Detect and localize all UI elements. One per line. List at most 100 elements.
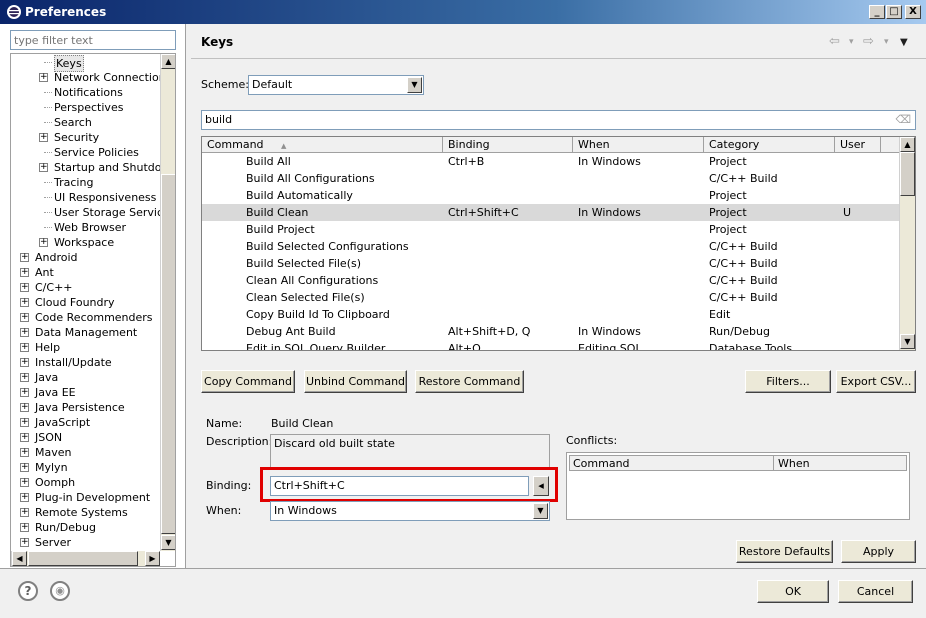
tree-item[interactable]: + Maven	[11, 445, 159, 460]
title-bar[interactable]: Preferences _ □ X	[0, 0, 926, 24]
scroll-left-icon[interactable]: ◀	[12, 551, 27, 566]
table-row[interactable]: Build All Ctrl+B In Windows Project	[202, 153, 899, 170]
table-row[interactable]: Build All Configurations C/C++ Build	[202, 170, 899, 187]
tree-item[interactable]: + Cloud Foundry	[11, 295, 159, 310]
column-when[interactable]: When	[573, 137, 704, 153]
expand-icon[interactable]: +	[20, 448, 29, 457]
help-icon[interactable]: ?	[18, 581, 38, 601]
import-export-icon[interactable]: ◉	[50, 581, 70, 601]
tree-item[interactable]: + Java Persistence	[11, 400, 159, 415]
table-row[interactable]: Build Selected Configurations C/C++ Build	[202, 238, 899, 255]
maximize-button[interactable]: □	[886, 5, 902, 19]
expand-icon[interactable]: +	[20, 508, 29, 517]
forward-icon[interactable]: ⇨	[863, 34, 874, 49]
apply-button[interactable]: Apply	[841, 540, 916, 563]
tree-item[interactable]: Service Policies	[11, 145, 159, 160]
table-row[interactable]: Clean All Configurations C/C++ Build	[202, 272, 899, 289]
tree-item[interactable]: Perspectives	[11, 100, 159, 115]
filters-button[interactable]: Filters...	[745, 370, 831, 393]
restore-defaults-button[interactable]: Restore Defaults	[736, 540, 833, 563]
scheme-select[interactable]: Default ▼	[248, 75, 424, 95]
view-menu-icon[interactable]: ▼	[900, 37, 908, 48]
expand-icon[interactable]: +	[20, 253, 29, 262]
expand-icon[interactable]: +	[20, 538, 29, 547]
expand-icon[interactable]: +	[39, 238, 48, 247]
close-button[interactable]: X	[905, 5, 921, 19]
expand-icon[interactable]: +	[20, 463, 29, 472]
minimize-button[interactable]: _	[869, 5, 885, 19]
when-dropdown-arrow-icon[interactable]: ▼	[533, 503, 548, 519]
tree-item[interactable]: + Run/Debug	[11, 520, 159, 535]
tree-item[interactable]: + Security	[11, 130, 159, 145]
tree-item[interactable]: + C/C++	[11, 280, 159, 295]
conflicts-column-command[interactable]: Command	[573, 457, 630, 470]
tree-horizontal-scrollbar[interactable]: ◀ ▶	[11, 551, 160, 566]
tree-item[interactable]: + Install/Update	[11, 355, 159, 370]
tree-item[interactable]: User Storage Service	[11, 205, 170, 220]
unbind-command-button[interactable]: Unbind Command	[304, 370, 407, 393]
tree-item[interactable]: + Java EE	[11, 385, 159, 400]
table-row[interactable]: Build Project Project	[202, 221, 899, 238]
conflicts-column-when[interactable]: When	[778, 457, 810, 470]
table-row[interactable]: Build Selected File(s) C/C++ Build	[202, 255, 899, 272]
tree-item[interactable]: + Ant	[11, 265, 159, 280]
expand-icon[interactable]: +	[20, 298, 29, 307]
expand-icon[interactable]: +	[20, 523, 29, 532]
expand-icon[interactable]: +	[20, 403, 29, 412]
table-row[interactable]: Build Automatically Project	[202, 187, 899, 204]
tree-item[interactable]: + Server	[11, 535, 159, 550]
tree-item[interactable]: + Help	[11, 340, 159, 355]
tree-item[interactable]: + Data Management	[11, 325, 159, 340]
expand-icon[interactable]: +	[39, 73, 48, 82]
expand-icon[interactable]: +	[20, 358, 29, 367]
tree-item[interactable]: + Android	[11, 250, 159, 265]
tree-item[interactable]: Keys	[11, 55, 159, 72]
when-select[interactable]: In Windows ▼	[270, 501, 550, 521]
column-command[interactable]: Command ▲	[202, 137, 443, 153]
tree-item[interactable]: + Startup and Shutdown	[11, 160, 175, 175]
table-scroll-thumb[interactable]	[900, 152, 915, 196]
tree-item[interactable]: Tracing	[11, 175, 159, 190]
tree-item[interactable]: + Workspace	[11, 235, 159, 250]
expand-icon[interactable]: +	[20, 268, 29, 277]
expand-icon[interactable]: +	[20, 388, 29, 397]
tree-item[interactable]: + JSON	[11, 430, 159, 445]
tree-item[interactable]: UI Responsiveness M	[11, 190, 169, 205]
ok-button[interactable]: OK	[757, 580, 829, 603]
cancel-button[interactable]: Cancel	[838, 580, 913, 603]
table-scroll-down-icon[interactable]: ▼	[900, 334, 915, 349]
restore-command-button[interactable]: Restore Command	[415, 370, 524, 393]
tree-item[interactable]: Search	[11, 115, 159, 130]
table-row[interactable]: Debug Ant Build Alt+Shift+D, Q In Windows R…	[202, 323, 899, 340]
tree-item[interactable]: + Plug-in Development	[11, 490, 159, 505]
tree-item[interactable]: + Mylyn	[11, 460, 159, 475]
expand-icon[interactable]: +	[20, 478, 29, 487]
expand-icon[interactable]: +	[20, 373, 29, 382]
table-vertical-scrollbar[interactable]: ▲ ▼	[899, 137, 915, 350]
tree-item[interactable]: + Java	[11, 370, 159, 385]
table-row[interactable]: Build Clean Ctrl+Shift+C In Windows Project…	[202, 204, 899, 221]
scroll-right-icon[interactable]: ▶	[145, 551, 160, 566]
tree-scroll-thumb[interactable]	[161, 174, 175, 534]
expand-icon[interactable]: +	[20, 493, 29, 502]
tree-item[interactable]: + JavaScript	[11, 415, 159, 430]
tree-item[interactable]: + Oomph	[11, 475, 159, 490]
column-category[interactable]: Category	[704, 137, 835, 153]
table-row[interactable]: Copy Build Id To Clipboard Edit	[202, 306, 899, 323]
expand-icon[interactable]: +	[39, 133, 48, 142]
description-field[interactable]: Discard old built state	[270, 434, 550, 468]
copy-command-button[interactable]: Copy Command	[201, 370, 295, 393]
export-csv-button[interactable]: Export CSV...	[836, 370, 916, 393]
column-user[interactable]: User	[835, 137, 881, 153]
back-icon[interactable]: ⇦	[829, 34, 840, 49]
expand-icon[interactable]: +	[39, 163, 48, 172]
expand-icon[interactable]: +	[20, 328, 29, 337]
tree-item[interactable]: + Network Connections	[11, 70, 171, 85]
tree-item[interactable]: + Code Recommenders	[11, 310, 159, 325]
expand-icon[interactable]: +	[20, 433, 29, 442]
back-menu-icon[interactable]: ▾	[849, 37, 854, 47]
expand-icon[interactable]: +	[20, 313, 29, 322]
filter-input[interactable]	[10, 30, 176, 50]
expand-icon[interactable]: +	[20, 418, 29, 427]
expand-icon[interactable]: +	[20, 343, 29, 352]
